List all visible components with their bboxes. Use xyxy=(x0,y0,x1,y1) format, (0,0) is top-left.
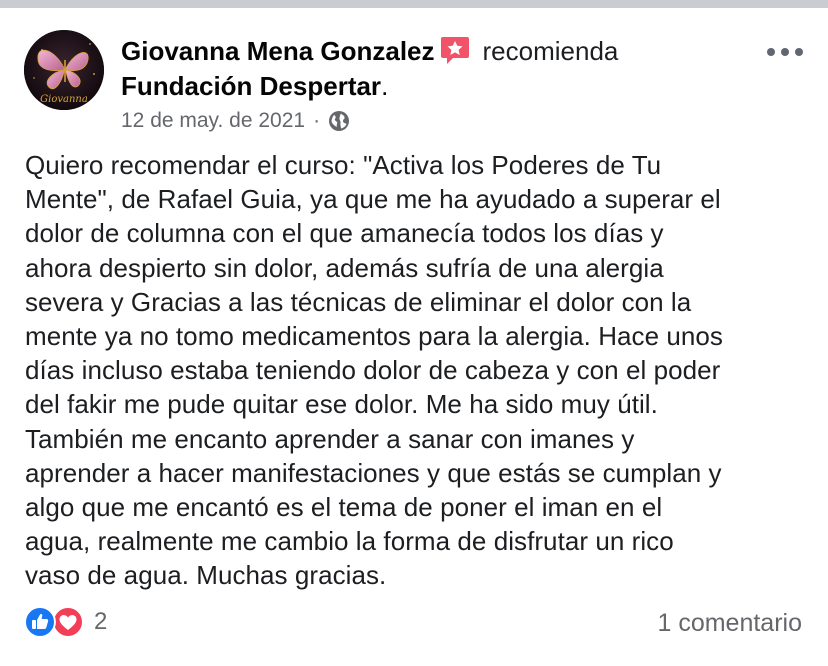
top-divider xyxy=(0,0,828,8)
recommends-text: recomienda xyxy=(482,36,619,66)
post-text-line: mente ya no tomo medicamentos para la al… xyxy=(25,321,723,352)
avatar[interactable]: Giovanna xyxy=(24,30,104,110)
post-date[interactable]: 12 de may. de 2021 xyxy=(121,108,305,134)
like-icon xyxy=(24,606,56,638)
post-text-line: del fakir me pude quitar ese dolor. Me h… xyxy=(25,389,658,420)
reaction-count: 2 xyxy=(94,608,108,635)
recommended-page-line: Fundación Despertar. xyxy=(121,70,388,102)
butterfly-avatar-image: Giovanna xyxy=(24,30,104,110)
meta-separator: · xyxy=(313,109,321,132)
post-text-line: Quiero recomendar el curso: "Activa los … xyxy=(25,150,662,180)
post-text-line: algo que me encantó es el tema de poner … xyxy=(25,492,663,523)
post-text-line: ahora despierto sin dolor, además sufría… xyxy=(25,252,664,283)
author-name[interactable]: Giovanna Mena Gonzalez xyxy=(121,36,435,66)
post-text-line: agua, realmente me cambio la forma de di… xyxy=(25,526,674,557)
globe-icon[interactable] xyxy=(328,110,350,132)
post-text-line: días incluso estaba teniendo dolor de ca… xyxy=(25,355,721,386)
love-icon xyxy=(52,606,84,638)
post-text-line: aprender a hacer manifestaciones y que e… xyxy=(25,457,722,488)
post-text-line: vaso de agua. Muchas gracias. xyxy=(25,560,387,591)
post-text-line: dolor de columna con el que amanecía tod… xyxy=(25,218,664,249)
post-text-line: severa y Gracias a las técnicas de elimi… xyxy=(25,286,692,317)
post-body-text: Quiero recomendar el curso: "Activa los … xyxy=(25,148,815,593)
reactions-summary[interactable]: 2 xyxy=(24,606,107,638)
page-name-link[interactable]: Fundación Despertar xyxy=(121,71,381,101)
post-text-line: Mente", de Rafael Guia, ya que me ha ayu… xyxy=(25,184,721,215)
post-meta: 12 de may. de 2021 · xyxy=(121,108,350,134)
recommend-star-icon xyxy=(439,34,471,66)
post-header: Giovanna Mena Gonzalez recomienda xyxy=(121,34,741,67)
post-text-line: También me encanto aprender a sanar con … xyxy=(25,423,635,454)
more-options-icon[interactable] xyxy=(766,46,804,58)
comments-count-link[interactable]: 1 comentario xyxy=(657,609,802,638)
page-suffix: . xyxy=(381,71,389,101)
svg-text:Giovanna: Giovanna xyxy=(40,94,88,105)
recommendation-post: Giovanna Giovanna Mena Gonzalez recomien… xyxy=(0,8,828,666)
